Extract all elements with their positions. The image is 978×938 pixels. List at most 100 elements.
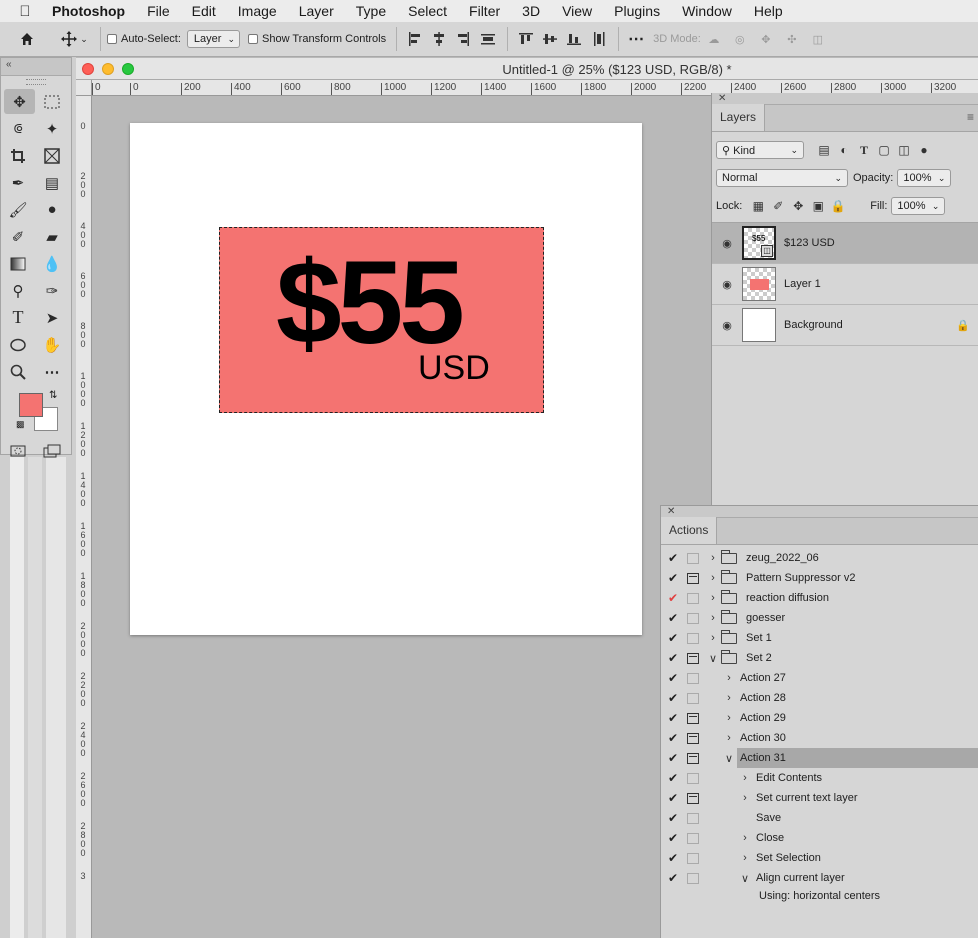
- tab-layers[interactable]: Layers: [712, 104, 766, 131]
- zoom-tool-icon[interactable]: [1, 359, 35, 384]
- chevron-right-icon[interactable]: ›: [737, 772, 753, 784]
- vertical-ruler[interactable]: 0 2 0 0 4 0 0 6 0 0 8 0 0 1 0 0 0 1 2 0 …: [76, 96, 92, 938]
- action-row[interactable]: ✔ › Action 27: [661, 668, 978, 688]
- filter-type-icon[interactable]: T: [854, 143, 874, 158]
- lock-icon[interactable]: 🔒: [948, 319, 978, 332]
- align-left-edges-icon[interactable]: [403, 27, 427, 51]
- eye-visibility-icon[interactable]: ◉: [712, 319, 742, 332]
- toggle-item-checkmark-icon[interactable]: ✔: [661, 591, 685, 605]
- brush-tool-icon[interactable]: 🖌: [1, 197, 35, 222]
- show-transform-checkbox[interactable]: [248, 34, 258, 44]
- menu-file[interactable]: File: [136, 0, 181, 22]
- foreground-color-swatch[interactable]: [19, 393, 43, 417]
- more-options-icon[interactable]: ⋯: [625, 27, 647, 51]
- eyedropper-tool-icon[interactable]: ✒: [1, 170, 35, 195]
- action-set-row[interactable]: ✔ › goesser: [661, 608, 978, 628]
- 3d-slide-icon[interactable]: ✣: [779, 27, 805, 51]
- action-step-row[interactable]: ✔ › Close: [661, 828, 978, 848]
- chevron-right-icon[interactable]: ›: [705, 592, 721, 604]
- filter-toggle-icon[interactable]: ●: [914, 143, 934, 157]
- toggle-item-checkmark-icon[interactable]: ✔: [661, 691, 685, 705]
- filter-pixel-icon[interactable]: ▤: [814, 143, 834, 157]
- layer-row[interactable]: ◉ Layer 1: [712, 264, 978, 305]
- action-step-row[interactable]: ✔ Save: [661, 808, 978, 828]
- toggle-dialog-icon[interactable]: [687, 752, 699, 764]
- chevron-down-icon[interactable]: ∨: [737, 872, 753, 885]
- screen-mode-icon[interactable]: [35, 438, 69, 463]
- lasso-tool-icon[interactable]: ⟃: [1, 116, 35, 141]
- layer-name[interactable]: Layer 1: [784, 278, 978, 290]
- blend-mode-dropdown[interactable]: Normal ⌄: [716, 169, 848, 187]
- action-step-row[interactable]: ✔ ∨ Align current layer: [661, 868, 978, 888]
- filter-adjustment-icon[interactable]: ◐: [834, 143, 854, 157]
- menu-layer[interactable]: Layer: [288, 0, 345, 22]
- chevron-down-icon[interactable]: ∨: [721, 752, 737, 765]
- ellipse-tool-icon[interactable]: [1, 332, 35, 357]
- chevron-down-icon[interactable]: ∨: [705, 652, 721, 665]
- menu-type[interactable]: Type: [345, 0, 397, 22]
- gradient-tool-icon[interactable]: [1, 251, 35, 276]
- chevron-right-icon[interactable]: ›: [737, 852, 753, 864]
- action-set-row[interactable]: ✔ › Set 1: [661, 628, 978, 648]
- swap-colors-icon[interactable]: ⇅: [49, 390, 57, 401]
- toggle-item-checkmark-icon[interactable]: ✔: [661, 791, 685, 805]
- collapse-toolbar-icon[interactable]: «: [1, 58, 71, 76]
- eye-visibility-icon[interactable]: ◉: [712, 237, 742, 250]
- toggle-item-checkmark-icon[interactable]: ✔: [661, 711, 685, 725]
- marquee-tool-icon[interactable]: [35, 89, 69, 114]
- toggle-dialog-icon[interactable]: [687, 732, 699, 744]
- dodge-tool-icon[interactable]: ⚲: [1, 278, 35, 303]
- 3d-drag-icon[interactable]: ✥: [753, 27, 779, 51]
- align-horizontal-centers-icon[interactable]: [427, 27, 451, 51]
- 3d-orbit-icon[interactable]: ☁: [701, 27, 727, 51]
- action-set-row[interactable]: ✔ › reaction diffusion: [661, 588, 978, 608]
- chevron-right-icon[interactable]: ›: [737, 832, 753, 844]
- clone-stamp-tool-icon[interactable]: ●: [35, 197, 69, 222]
- toggle-item-checkmark-icon[interactable]: ✔: [661, 551, 685, 565]
- lock-artboard-icon[interactable]: ▣: [808, 199, 828, 213]
- blur-tool-icon[interactable]: 💧: [35, 251, 69, 276]
- filter-smart-object-icon[interactable]: ◫: [894, 143, 914, 157]
- action-set-row[interactable]: ✔ ∨ Set 2: [661, 648, 978, 668]
- apple-logo-icon[interactable]: : [0, 3, 40, 20]
- chevron-right-icon[interactable]: ›: [737, 792, 753, 804]
- toggle-item-checkmark-icon[interactable]: ✔: [661, 851, 685, 865]
- menu-view[interactable]: View: [551, 0, 603, 22]
- align-bottom-edges-icon[interactable]: [562, 27, 586, 51]
- toggle-item-checkmark-icon[interactable]: ✔: [661, 631, 685, 645]
- document-canvas[interactable]: $55 USD: [130, 123, 642, 635]
- toolbar-grip[interactable]: [26, 79, 46, 85]
- toggle-item-checkmark-icon[interactable]: ✔: [661, 871, 685, 885]
- menu-app-name[interactable]: Photoshop: [40, 0, 136, 22]
- layer-name[interactable]: Background: [784, 319, 948, 331]
- align-top-edges-icon[interactable]: [514, 27, 538, 51]
- panel-menu-icon[interactable]: ≡: [967, 104, 978, 131]
- toggle-dialog-icon[interactable]: [687, 692, 699, 704]
- toggle-dialog-icon[interactable]: [687, 672, 699, 684]
- fill-field[interactable]: 100% ⌄: [891, 197, 946, 215]
- menu-edit[interactable]: Edit: [181, 0, 227, 22]
- lock-all-icon[interactable]: 🔒: [828, 199, 848, 213]
- pen-tool-icon[interactable]: ✑: [35, 278, 69, 303]
- action-row[interactable]: ✔ ∨ Action 31: [661, 748, 978, 768]
- hand-tool-icon[interactable]: ✋: [35, 332, 69, 357]
- filter-shape-icon[interactable]: ▢: [874, 143, 894, 157]
- toggle-dialog-icon[interactable]: [687, 772, 699, 784]
- action-row[interactable]: ✔ › Action 29: [661, 708, 978, 728]
- layer-row[interactable]: ◉ Background 🔒: [712, 305, 978, 346]
- magic-wand-tool-icon[interactable]: ✦: [35, 116, 69, 141]
- action-set-row[interactable]: ✔ › Pattern Suppressor v2: [661, 568, 978, 588]
- auto-select-checkbox[interactable]: [107, 34, 117, 44]
- crop-tool-icon[interactable]: [1, 143, 35, 168]
- toggle-item-checkmark-icon[interactable]: ✔: [661, 731, 685, 745]
- path-selection-tool-icon[interactable]: ➤: [35, 305, 69, 330]
- move-tool-icon[interactable]: ✥: [4, 89, 35, 114]
- type-tool-icon[interactable]: T: [1, 305, 35, 330]
- home-icon[interactable]: [0, 27, 54, 51]
- eraser-tool-icon[interactable]: ▰: [35, 224, 69, 249]
- toggle-dialog-icon[interactable]: [687, 632, 699, 644]
- toggle-dialog-icon[interactable]: [687, 612, 699, 624]
- distribute-vertical-icon[interactable]: [475, 27, 501, 51]
- toggle-dialog-icon[interactable]: [687, 812, 699, 824]
- tab-actions[interactable]: Actions: [661, 517, 718, 544]
